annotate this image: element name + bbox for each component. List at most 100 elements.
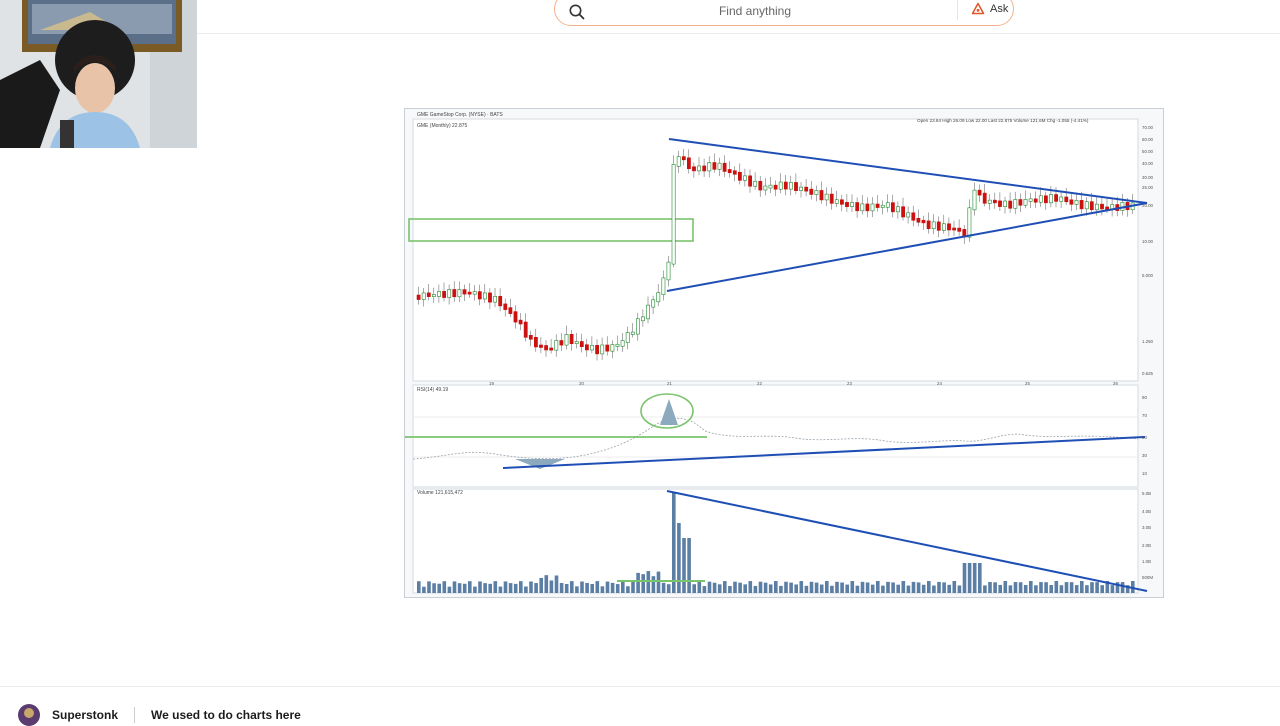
volume-bar: [1080, 581, 1084, 593]
volume-bar: [447, 586, 452, 593]
volume-bar: [615, 584, 620, 593]
candle: [651, 299, 656, 308]
volume-bar: [442, 581, 447, 593]
volume-bar: [1110, 585, 1115, 593]
volume-bar: [621, 581, 625, 593]
candle: [676, 156, 681, 167]
candle: [998, 200, 1002, 207]
volume-bar: [983, 585, 987, 593]
candle: [875, 203, 880, 208]
volume-bar: [753, 585, 758, 593]
candle: [442, 291, 447, 298]
volume-bar: [962, 563, 967, 593]
volume-bar: [784, 581, 788, 593]
volume-bar: [513, 583, 518, 593]
rsi-axis-label: 50: [1142, 435, 1147, 440]
candle: [549, 347, 554, 351]
volume-bar: [789, 582, 793, 593]
search-bar[interactable]: Ask: [554, 0, 1014, 26]
community-avatar[interactable]: [18, 704, 40, 726]
volume-bar: [437, 583, 441, 593]
volume-bar: [911, 581, 916, 593]
candle: [748, 175, 753, 187]
webcam-overlay: [0, 0, 197, 148]
candle: [732, 170, 737, 175]
volume-bar: [422, 586, 426, 593]
volume-bar: [1074, 585, 1079, 593]
volume-bar: [524, 586, 528, 593]
candle: [845, 202, 849, 207]
candle: [666, 261, 671, 281]
stock-chart-image[interactable]: GME GameStop Corp. (NYSE) · BATS GME (Mo…: [404, 108, 1164, 598]
ask-button[interactable]: Ask: [965, 0, 1014, 21]
volume-bar: [738, 582, 742, 593]
volume-bar: [427, 581, 431, 593]
volume-bar: [575, 586, 579, 593]
volume-axis: 5.0B 4.0B 3.0B 2.0B 1.0B 500M: [1142, 491, 1153, 580]
volume-bar: [682, 538, 686, 593]
candle: [671, 164, 676, 265]
volume-bar: [468, 581, 472, 593]
search-divider: [957, 0, 958, 20]
volume-bar: [881, 585, 885, 593]
price-axis-label: 0.625: [1142, 371, 1154, 376]
candle: [1003, 200, 1008, 207]
candle: [778, 181, 783, 190]
volume-bar: [937, 581, 941, 593]
volume-bar: [865, 582, 870, 593]
candle: [1089, 201, 1094, 211]
candle: [839, 199, 844, 205]
candle: [467, 291, 472, 295]
volume-bar: [845, 584, 849, 593]
volume-bar: [600, 586, 605, 593]
candle: [1023, 199, 1028, 206]
candle: [1033, 198, 1038, 203]
candle: [834, 199, 839, 204]
ask-icon: [971, 2, 985, 15]
rsi-axis-label: 90: [1142, 395, 1147, 400]
price-axis-label: 50.00: [1142, 149, 1154, 154]
volume-bar: [626, 586, 630, 593]
volume-bar: [1039, 582, 1043, 593]
candle: [483, 292, 487, 300]
candle: [508, 307, 513, 314]
volume-label: Volume 121,615,472: [417, 490, 463, 496]
volume-bar: [763, 582, 768, 593]
candle: [630, 331, 635, 335]
candle: [447, 289, 452, 298]
year-axis-label: 25: [1025, 381, 1030, 386]
candle: [982, 192, 987, 204]
search-input[interactable]: [595, 0, 915, 23]
candle: [656, 292, 661, 303]
volume-bar: [1049, 585, 1053, 593]
volume-bar: [1003, 581, 1008, 593]
year-axis-label: 23: [847, 381, 852, 386]
candle: [528, 335, 533, 340]
candle: [1059, 196, 1064, 202]
candle: [850, 202, 855, 207]
candle: [967, 207, 972, 238]
volume-bar: [605, 581, 610, 593]
candle: [829, 193, 834, 204]
volume-bar: [814, 582, 819, 593]
volume-bar: [1044, 582, 1048, 593]
volume-bar: [1059, 585, 1064, 593]
volume-bar: [610, 582, 615, 593]
post-context[interactable]: Superstonk We used to do charts here: [18, 704, 301, 726]
volume-bar: [932, 585, 936, 593]
volume-bar: [672, 493, 676, 593]
volume-axis-label: 500M: [1142, 575, 1153, 580]
candle: [620, 340, 625, 347]
candle: [885, 202, 890, 208]
volume-bar: [886, 581, 890, 593]
volume-bar: [651, 576, 656, 593]
volume-bar: [1023, 584, 1028, 593]
candle: [1028, 198, 1033, 202]
volume-bar: [830, 585, 834, 593]
volume-bar: [1100, 585, 1104, 593]
candle: [936, 221, 941, 231]
rsi-axis: 90 70 50 30 10: [1142, 395, 1147, 476]
volume-bar: [559, 583, 564, 593]
candle: [952, 227, 957, 231]
candle: [534, 336, 538, 348]
